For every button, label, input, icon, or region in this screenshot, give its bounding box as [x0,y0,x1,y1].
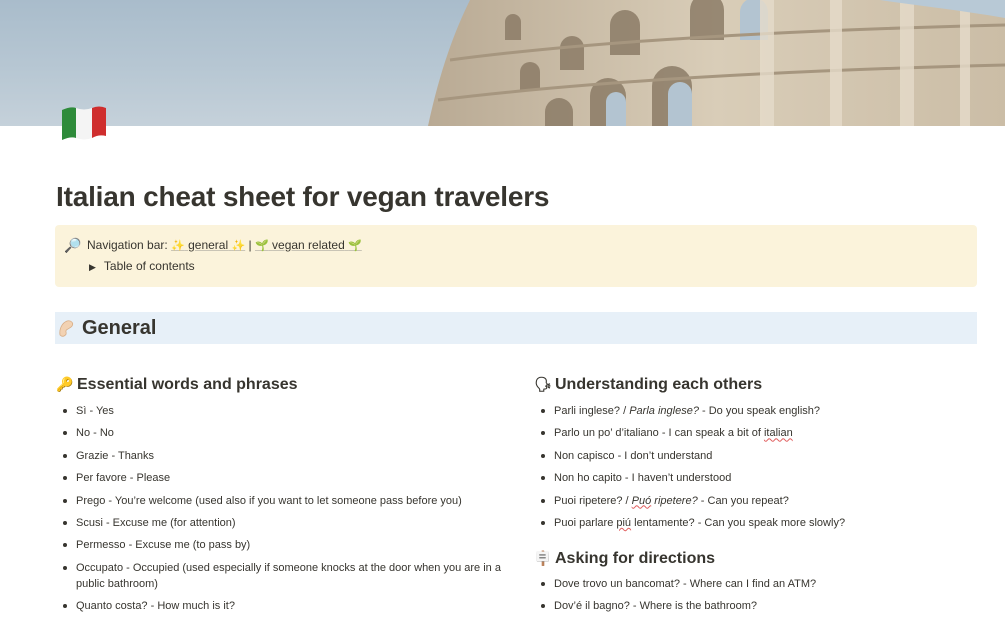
understanding-heading-text: Understanding each others [555,376,763,393]
directions-list: Dove trovo un bancomat? - Where can I fi… [534,576,974,614]
spellcheck-word: italian [763,427,793,440]
spellcheck-word: Puó [631,494,652,507]
speaking-head-icon: 🗣 [534,376,552,392]
essential-words-list: Sì - Yes No - No Grazie - Thanks Per fav… [56,403,506,614]
list-item: Per favore - Please [56,470,506,486]
list-item: Puoi parlare piú lentamente? - Can you s… [534,515,974,531]
sparkles-icon: ✨ [171,240,185,252]
list-item: Non ho capito - I haven’t understood [534,470,974,486]
signpost-icon: 🪧 [534,549,552,566]
list-item: Dove trovo un bancomat? - Where can I fi… [534,576,974,592]
list-item: Sì - Yes [56,403,506,419]
understanding-list: Parli inglese? / Parla inglese? - Do you… [534,403,974,531]
page-title[interactable]: Italian cheat sheet for vegan travelers [56,181,550,213]
section-general: General [55,312,977,344]
list-item-text: Parlo un po’ d’italiano - I can speak a … [554,427,764,440]
list-item-italic: ripetere? [651,494,698,507]
list-item-text: Puoi parlare [554,516,617,529]
understanding-heading: 🗣 Understanding each others [534,376,974,394]
list-item: No - No [56,425,506,441]
list-item-text: - Can you repeat? [697,494,789,507]
table-of-contents-label: Table of contents [103,259,195,273]
list-item: Parlo un po’ d’italiano - I can speak a … [534,425,974,441]
list-item: Grazie - Thanks [56,448,506,464]
vegan-related-link-label: vegan related [272,238,345,252]
list-item: Prego - You’re welcome (used also if you… [56,493,506,509]
list-item: Quanto costa? - How much is it? [56,598,506,614]
list-item-italic: Parla inglese? [629,405,699,417]
understanding-column: 🗣 Understanding each others Parli inglese… [534,376,974,614]
key-icon: 🔑 [56,376,74,392]
spellcheck-word: piú [616,516,632,529]
list-item: Puoi ripetere? / Puó ripetere? - Can you… [534,493,974,509]
list-item: Non capisco - I don’t understand [534,448,974,464]
navigation-bar-label: Navigation bar: [87,238,172,252]
seedling-icon: 🌱 [348,240,362,252]
table-of-contents-toggle[interactable]: ▶ Table of contents [89,259,195,273]
list-item-text: - Do you speak english? [698,405,821,417]
seedling-icon: 🌱 [254,240,269,252]
cover-image [0,0,1005,126]
list-item-text: Puoi ripetere? / [554,494,632,507]
italy-flag-icon[interactable] [59,104,109,142]
list-item: Dov’é il bagno? - Where is the bathroom? [534,598,974,614]
directions-heading: 🪧 Asking for directions [534,550,974,568]
magnifying-glass-icon: 🔎 [64,237,82,253]
list-item: Permesso - Excuse me (to pass by) [56,537,506,553]
navigation-callout: 🔎 Navigation bar: ✨ general ✨ | 🌱 vegan … [55,225,977,287]
essential-words-column: 🔑 Essential words and phrases Sì - Yes No… [56,376,506,614]
general-link[interactable]: ✨ general ✨ [171,238,245,252]
essential-words-heading-text: Essential words and phrases [77,376,298,393]
section-general-title: General [82,317,157,339]
navigation-bar-line: Navigation bar: ✨ general ✨ | 🌱 vegan re… [87,238,362,252]
list-item: Occupato - Occupied (used especially if … [56,560,506,592]
general-link-label: general [188,238,229,252]
sparkles-icon: ✨ [231,240,246,252]
essential-words-heading: 🔑 Essential words and phrases [56,376,506,394]
list-item: Scusi - Excuse me (for attention) [56,515,506,531]
list-item: Parli inglese? / Parla inglese? - Do you… [534,403,974,419]
link-separator: | [248,238,252,252]
list-item-text: lentamente? - Can you speak more slowly? [631,516,846,529]
triangle-right-icon[interactable]: ▶ [89,262,96,273]
vegan-related-link[interactable]: 🌱 vegan related 🌱 [255,238,362,252]
list-item-text: Parli inglese? / [554,405,630,417]
pinching-hand-icon [57,317,77,339]
directions-heading-text: Asking for directions [555,549,716,567]
